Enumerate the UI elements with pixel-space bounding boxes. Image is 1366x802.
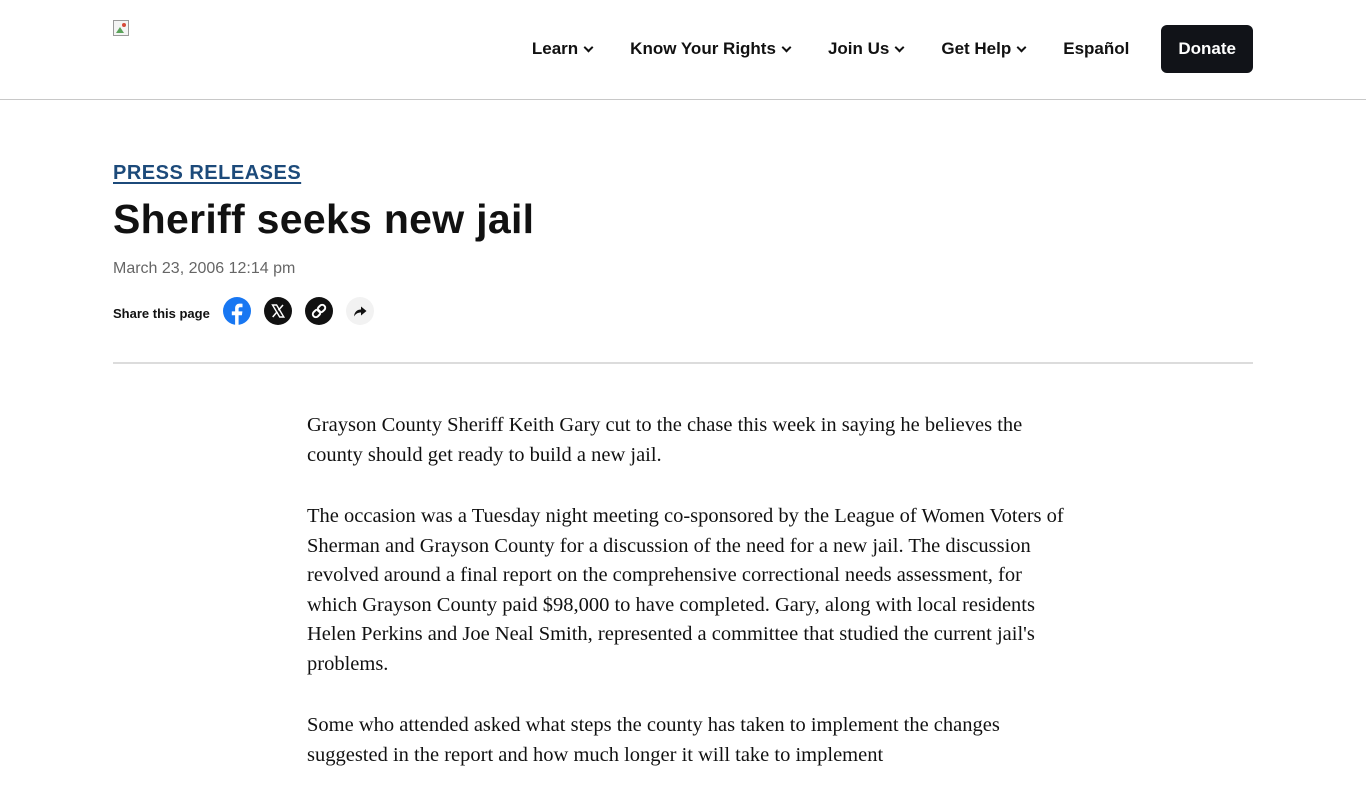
nav-item-join-us[interactable]: Join Us [827,39,905,59]
nav-item-label: Get Help [941,39,1012,58]
header-divider [113,362,1253,364]
nav-item-get-help[interactable]: Get Help [941,39,1027,59]
nav-item-label: Learn [531,39,579,58]
link-icon [304,297,333,325]
publish-date: March 23, 2006 12:14 pm [113,260,296,277]
chevron-down-icon [781,42,792,52]
x-icon [263,297,292,325]
facebook-icon [222,297,251,325]
image-mountain [116,27,124,33]
nav-item-label: Join Us [827,39,890,58]
nav-item-label: Español [1063,39,1130,58]
site-logo-broken-image-icon[interactable] [113,20,129,36]
share-arrow-icon [345,297,374,325]
article-paragraph: Some who attended asked what steps the c… [307,714,1000,766]
donate-button[interactable]: Donate [1161,25,1253,73]
nav-item-learn[interactable]: Learn [531,39,594,59]
article-body: Grayson County Sheriff Keith Gary cut to… [307,411,1067,802]
copy-link-button[interactable] [304,296,334,326]
page-title: Sheriff seeks new jail [113,196,535,242]
category-link-press-releases[interactable]: PRESS RELEASES [113,162,301,185]
share-label: Share this page [113,305,210,321]
chevron-down-icon [894,42,905,52]
nav-item-espanol[interactable]: Español [1063,39,1129,59]
chevron-down-icon [1016,42,1027,52]
article-paragraph: The occasion was a Tuesday night meeting… [307,505,1064,675]
article-paragraph: Grayson County Sheriff Keith Gary cut to… [307,414,1023,466]
share-facebook-button[interactable] [222,296,252,326]
main-nav: Learn Know Your Rights Join Us Get Help … [532,25,1253,73]
site-header: Learn Know Your Rights Join Us Get Help … [0,0,1366,100]
share-x-button[interactable] [263,296,293,326]
chevron-down-icon [583,42,594,52]
share-bar: Share this page [113,296,386,326]
nav-item-know-your-rights[interactable]: Know Your Rights [630,39,792,59]
nav-item-label: Know Your Rights [630,39,776,58]
more-share-button[interactable] [345,296,375,326]
